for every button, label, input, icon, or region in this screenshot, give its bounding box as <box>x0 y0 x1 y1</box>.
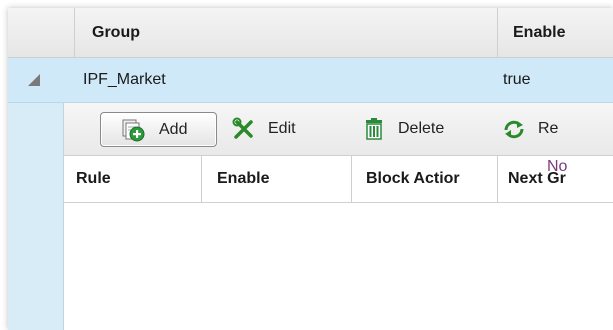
subgrid-indent <box>8 103 64 330</box>
reload-button-label: Re <box>538 120 559 137</box>
table-row[interactable]: IPF_Market true <box>8 58 613 103</box>
delete-button[interactable]: Delete <box>354 112 474 145</box>
edit-button[interactable]: Edit <box>224 112 334 145</box>
column-header-block-action[interactable]: Block Actior <box>352 156 498 202</box>
empty-message: No <box>547 158 568 175</box>
reload-button[interactable]: Re <box>494 112 613 145</box>
grid-header: Group Enable <box>8 8 613 58</box>
rule-subgrid: Add Edit Delete Re Rule Enable Block Act… <box>64 103 613 330</box>
delete-button-label: Delete <box>398 120 445 137</box>
column-header-group[interactable]: Group <box>75 8 498 57</box>
add-icon <box>121 118 145 142</box>
reload-icon <box>502 117 526 141</box>
add-button[interactable]: Add <box>100 112 217 147</box>
subgrid-toolbar: Add Edit Delete Re <box>64 103 613 156</box>
row-group-name: IPF_Market <box>83 71 166 88</box>
edit-tools-icon <box>232 117 256 141</box>
row-enable-value: true <box>503 71 531 88</box>
trash-icon <box>362 117 386 141</box>
column-header-enable[interactable]: Enable <box>499 8 613 57</box>
subgrid-header: Rule Enable Block Actior Next Gr <box>64 156 613 203</box>
expand-triangle-icon[interactable] <box>28 74 40 86</box>
group-grid: Group Enable IPF_Market true Add Edit De… <box>8 8 613 330</box>
edit-button-label: Edit <box>268 120 296 137</box>
column-header-rule[interactable]: Rule <box>64 156 202 202</box>
add-button-label: Add <box>159 121 188 138</box>
expander-column-header <box>8 8 75 57</box>
column-header-rule-enable[interactable]: Enable <box>202 156 352 202</box>
